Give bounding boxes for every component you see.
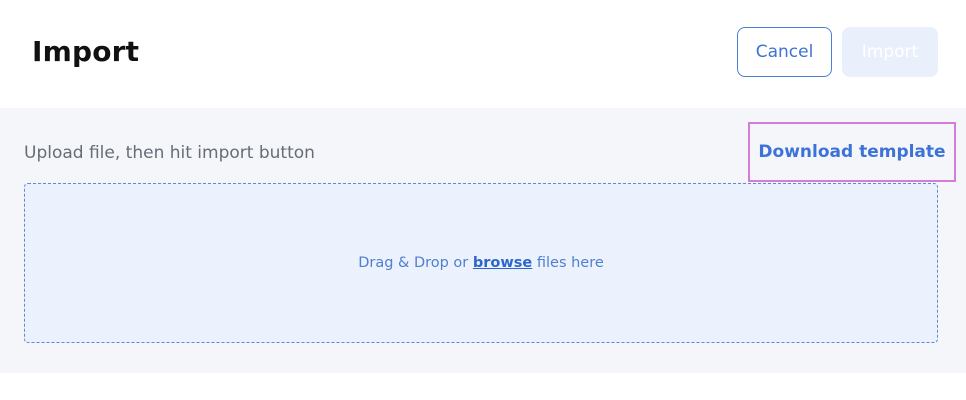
file-dropzone[interactable]: Drag & Drop or browse files here [24, 183, 938, 343]
import-button[interactable]: Import [842, 27, 938, 77]
import-dialog: Import Cancel Import Upload file, then h… [0, 0, 966, 400]
cancel-button[interactable]: Cancel [737, 27, 832, 77]
dropzone-text: Drag & Drop or browse files here [358, 255, 604, 271]
download-template-link[interactable]: Download template [758, 142, 945, 162]
upload-hint: Upload file, then hit import button [24, 143, 315, 163]
dropzone-text-after: files here [536, 255, 604, 271]
download-template-highlight: Download template [748, 122, 956, 182]
dialog-header: Import Cancel Import [0, 0, 966, 108]
dropzone-text-before: Drag & Drop or [358, 255, 469, 271]
upload-panel: Upload file, then hit import button Down… [0, 108, 966, 373]
page-title: Import [32, 35, 140, 68]
browse-link[interactable]: browse [473, 255, 532, 271]
dialog-footer-space [0, 373, 966, 400]
